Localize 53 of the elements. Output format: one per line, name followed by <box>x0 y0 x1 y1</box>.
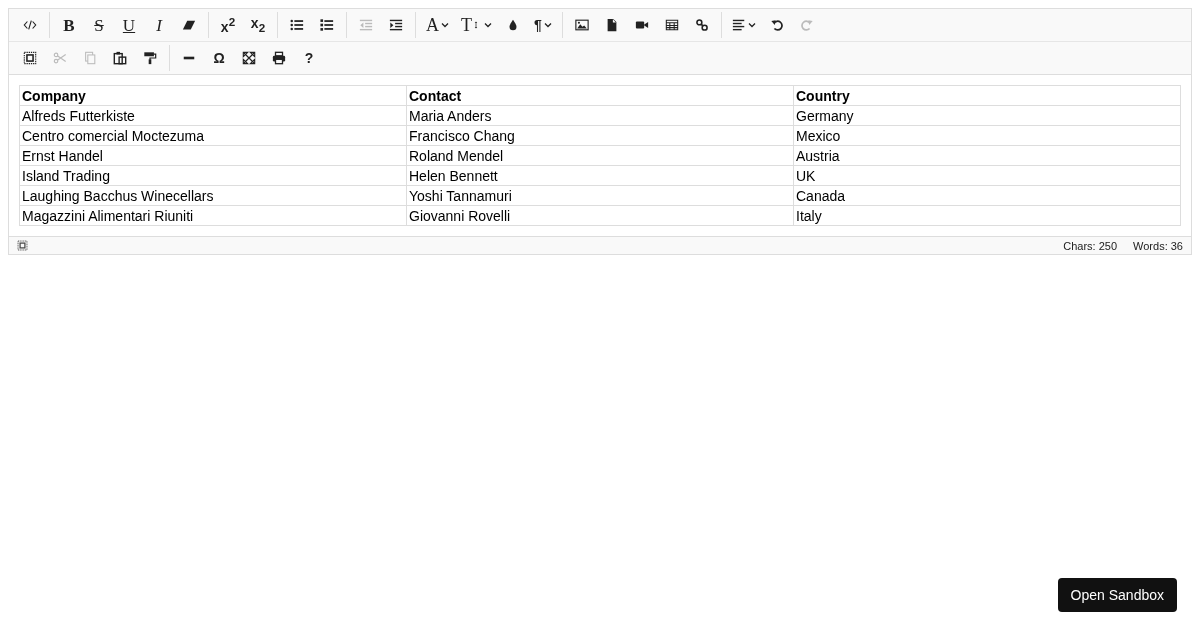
table-cell: Alfreds Futterkiste <box>19 105 407 126</box>
bold-button[interactable]: B <box>54 12 84 38</box>
scissors-icon <box>53 51 67 65</box>
image-icon <box>575 18 589 32</box>
table-cell: Island Trading <box>19 165 407 186</box>
open-sandbox-button[interactable]: Open Sandbox <box>1057 578 1177 612</box>
font-family-button[interactable]: A <box>420 12 455 38</box>
printer-icon <box>272 51 286 65</box>
table-cell: Yoshi Tannamuri <box>406 185 794 206</box>
select-all-icon <box>17 240 28 251</box>
paint-roller-icon <box>143 51 157 65</box>
column-header: Contact <box>406 85 794 106</box>
table-cell: Ernst Handel <box>19 145 407 166</box>
file-icon <box>605 18 619 32</box>
superscript-button[interactable]: x$^{2}$ <box>213 12 243 38</box>
help-button[interactable]: ? <box>294 45 324 71</box>
word-count: Words: 36 <box>1133 239 1183 252</box>
italic-button[interactable]: I <box>144 12 174 38</box>
table-cell: Centro comercial Moctezuma <box>19 125 407 146</box>
table-cell: Giovanni Rovelli <box>406 205 794 226</box>
table-cell: Italy <box>793 205 1181 226</box>
align-left-icon <box>732 18 746 32</box>
select-all-icon <box>23 51 37 65</box>
link-icon <box>695 18 709 32</box>
bullet-list-icon <box>290 18 304 32</box>
table-icon <box>665 18 679 32</box>
column-header: Country <box>793 85 1181 106</box>
paragraph-button[interactable]: ¶ <box>528 12 558 38</box>
table-cell: Helen Bennett <box>406 165 794 186</box>
eraser-icon <box>182 18 196 32</box>
subscript-button[interactable]: x$_{2}$ <box>243 12 273 38</box>
table-cell: UK <box>793 165 1181 186</box>
table-cell: Roland Mendel <box>406 145 794 166</box>
table-cell: Magazzini Alimentari Riuniti <box>19 205 407 226</box>
code-icon <box>23 18 37 32</box>
table-cell: Canada <box>793 185 1181 206</box>
copy-icon <box>83 51 97 65</box>
redo-icon <box>800 18 814 32</box>
indent-icon <box>389 18 403 32</box>
table-cell: Laughing Bacchus Winecellars <box>19 185 407 206</box>
special-character-button[interactable]: Ω <box>204 45 234 71</box>
outdent-icon <box>359 18 373 32</box>
underline-button[interactable]: U <box>114 12 144 38</box>
table-cell: Mexico <box>793 125 1181 146</box>
table-cell: Germany <box>793 105 1181 126</box>
character-count: Chars: 250 <box>1063 239 1118 252</box>
undo-icon <box>770 18 784 32</box>
column-header: Company <box>19 85 407 106</box>
table-cell: Austria <box>793 145 1181 166</box>
table-cell: Maria Anders <box>406 105 794 126</box>
table-cell: Francisco Chang <box>406 125 794 146</box>
font-size-button[interactable]: T <box>455 12 498 38</box>
strikethrough-button[interactable]: S <box>84 12 114 38</box>
